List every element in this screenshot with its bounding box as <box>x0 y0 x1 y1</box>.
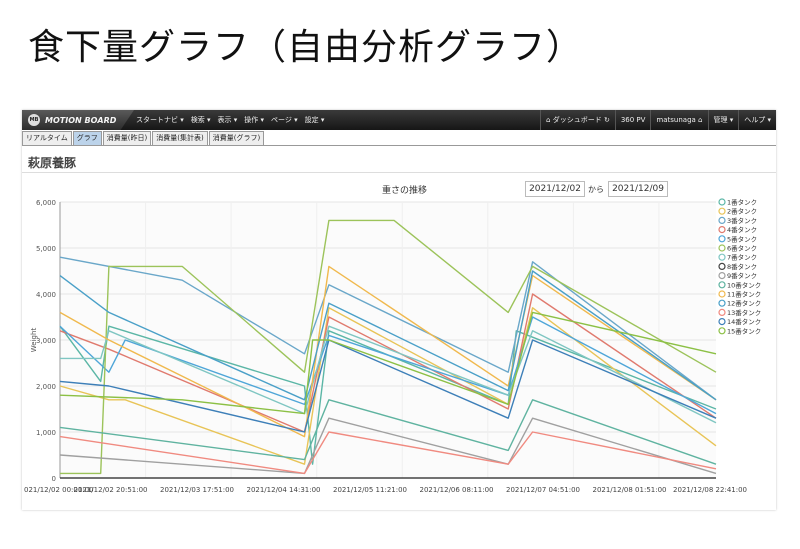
legend-label: 4番タンク <box>727 225 757 234</box>
y-tick-label: 3,000 <box>36 337 56 345</box>
legend-label: 10番タンク <box>727 280 761 289</box>
x-tick-label: 2021/12/03 17:51:00 <box>160 486 234 494</box>
x-tick-label: 2021/12/04 14:31:00 <box>246 486 320 494</box>
legend-label: 13番タンク <box>727 308 761 317</box>
legend-marker <box>718 198 726 206</box>
y-tick-label: 4,000 <box>36 291 56 299</box>
legend-label: 11番タンク <box>727 290 761 299</box>
legend-label: 3番タンク <box>727 216 757 225</box>
x-tick-label: 2021/12/08 22:41:00 <box>673 486 747 494</box>
y-tick-label: 2,000 <box>36 383 56 391</box>
legend-label: 2番タンク <box>727 207 757 216</box>
legend-label: 7番タンク <box>727 253 757 262</box>
legend-label: 14番タンク <box>727 317 761 326</box>
legend-marker <box>718 253 726 261</box>
y-tick-label: 5,000 <box>36 245 56 253</box>
y-tick-label: 1,000 <box>36 429 56 437</box>
legend-marker <box>718 207 726 215</box>
legend-marker <box>718 216 726 225</box>
x-tick-label: 2021/12/05 11:21:00 <box>333 486 407 494</box>
legend-label: 1番タンク <box>727 198 757 207</box>
legend-marker <box>718 262 726 270</box>
y-axis-label: Weight <box>30 328 38 353</box>
x-tick-label: 2021/12/07 04:51:00 <box>506 486 580 494</box>
legend-label: 6番タンク <box>727 244 757 253</box>
legend-label: 15番タンク <box>727 326 761 335</box>
legend-label: 8番タンク <box>727 262 757 271</box>
legend-marker <box>718 225 726 234</box>
legend-marker <box>718 299 726 307</box>
legend-marker <box>718 327 726 335</box>
legend-marker <box>718 318 726 326</box>
legend-marker <box>718 281 726 289</box>
weight-line-chart: 01,0002,0003,0004,0005,0006,000Weight021… <box>24 198 761 495</box>
legend-label: 12番タンク <box>727 299 761 308</box>
x-tick-label: 2021/12/06 08:11:00 <box>419 486 493 494</box>
y-tick-label: 6,000 <box>36 199 56 207</box>
legend-marker <box>718 272 726 280</box>
legend-label: 5番タンク <box>727 234 757 243</box>
x-tick-label: 2021/12/08 01:51:00 <box>592 486 666 494</box>
legend-marker <box>718 290 726 298</box>
legend-marker <box>718 308 726 316</box>
legend-marker <box>718 235 726 243</box>
motionboard-window: MB MOTION BOARD スタートナビ ▾ 検索 ▾ 表示 ▾ 操作 ▾ … <box>22 110 776 510</box>
x-tick-label: 2021/12/02 20:51:00 <box>73 486 147 494</box>
y-tick-label: 0 <box>52 475 56 483</box>
slide-title: 食下量グラフ（自由分析グラフ） <box>28 27 584 68</box>
legend-label: 9番タンク <box>727 271 757 280</box>
legend-marker <box>718 244 726 252</box>
